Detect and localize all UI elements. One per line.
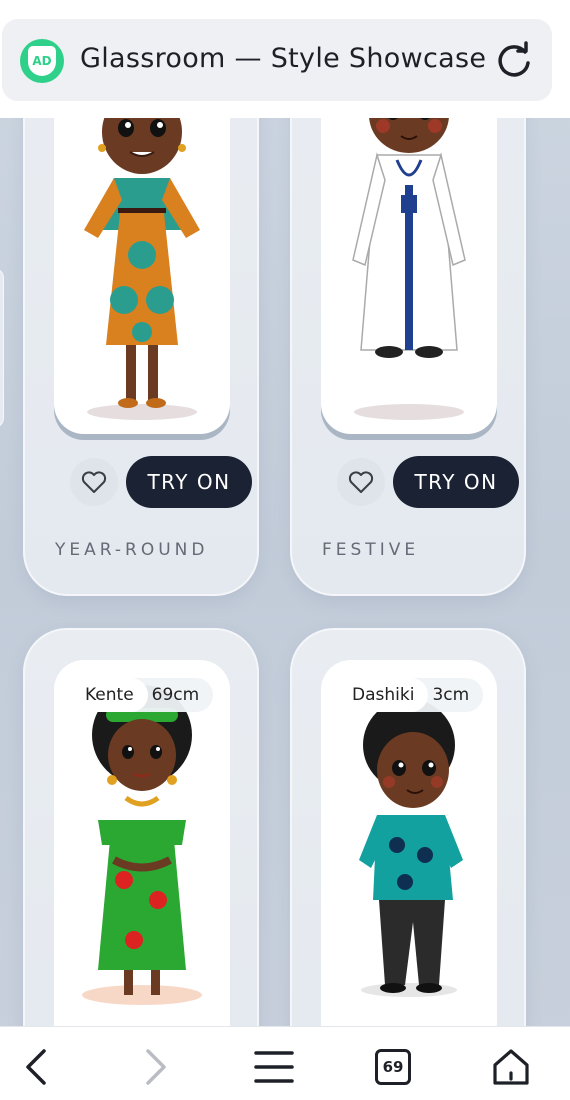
season-label: FESTIVE <box>322 540 420 560</box>
outfit-size: 3cm <box>432 685 470 705</box>
browser-top-bar: AD Glassroom — Style Showcase <box>0 0 570 118</box>
outfit-tag: Kente 69cm <box>71 678 214 712</box>
forward-icon[interactable] <box>135 1047 175 1087</box>
favorite-heart-icon[interactable] <box>337 458 385 506</box>
outfit-card[interactable]: Kente 69cm <box>23 628 259 1026</box>
side-drawer-handle[interactable] <box>0 268 4 428</box>
outfit-size: 69cm <box>151 685 200 705</box>
outfit-image[interactable] <box>321 118 497 434</box>
menu-icon[interactable] <box>254 1047 294 1087</box>
outfit-image[interactable] <box>321 660 497 1026</box>
page-title[interactable]: Glassroom — Style Showcase <box>80 43 486 74</box>
try-on-button[interactable]: TRY ON <box>393 456 519 508</box>
outfit-tag: Dashiki 3cm <box>338 678 484 712</box>
outfit-name: Kente <box>71 678 148 712</box>
address-bar[interactable]: AD Glassroom — Style Showcase <box>2 19 552 101</box>
outfit-card[interactable]: Dashiki 3cm <box>290 628 526 1026</box>
showcase-grid[interactable]: TRY ON YEAR-ROUND TRY ON FESTIVE Kente 6… <box>0 118 570 1026</box>
reload-icon[interactable] <box>492 39 536 83</box>
tabs-icon[interactable]: 69 <box>373 1047 413 1087</box>
favorite-heart-icon[interactable] <box>70 458 118 506</box>
outfit-image[interactable] <box>54 660 230 1026</box>
season-label: YEAR-ROUND <box>55 540 209 560</box>
site-badge-text: AD <box>28 46 56 76</box>
browser-bottom-bar: 69 <box>0 1026 570 1100</box>
outfit-card[interactable]: TRY ON YEAR-ROUND <box>23 118 259 596</box>
tab-count: 69 <box>375 1049 411 1085</box>
home-icon[interactable] <box>491 1047 531 1087</box>
outfit-image[interactable] <box>54 118 230 434</box>
outfit-name: Dashiki <box>338 678 429 712</box>
back-icon[interactable] <box>17 1047 57 1087</box>
try-on-button[interactable]: TRY ON <box>126 456 252 508</box>
outfit-card[interactable]: TRY ON FESTIVE <box>290 118 526 596</box>
site-security-icon[interactable]: AD <box>20 39 64 83</box>
